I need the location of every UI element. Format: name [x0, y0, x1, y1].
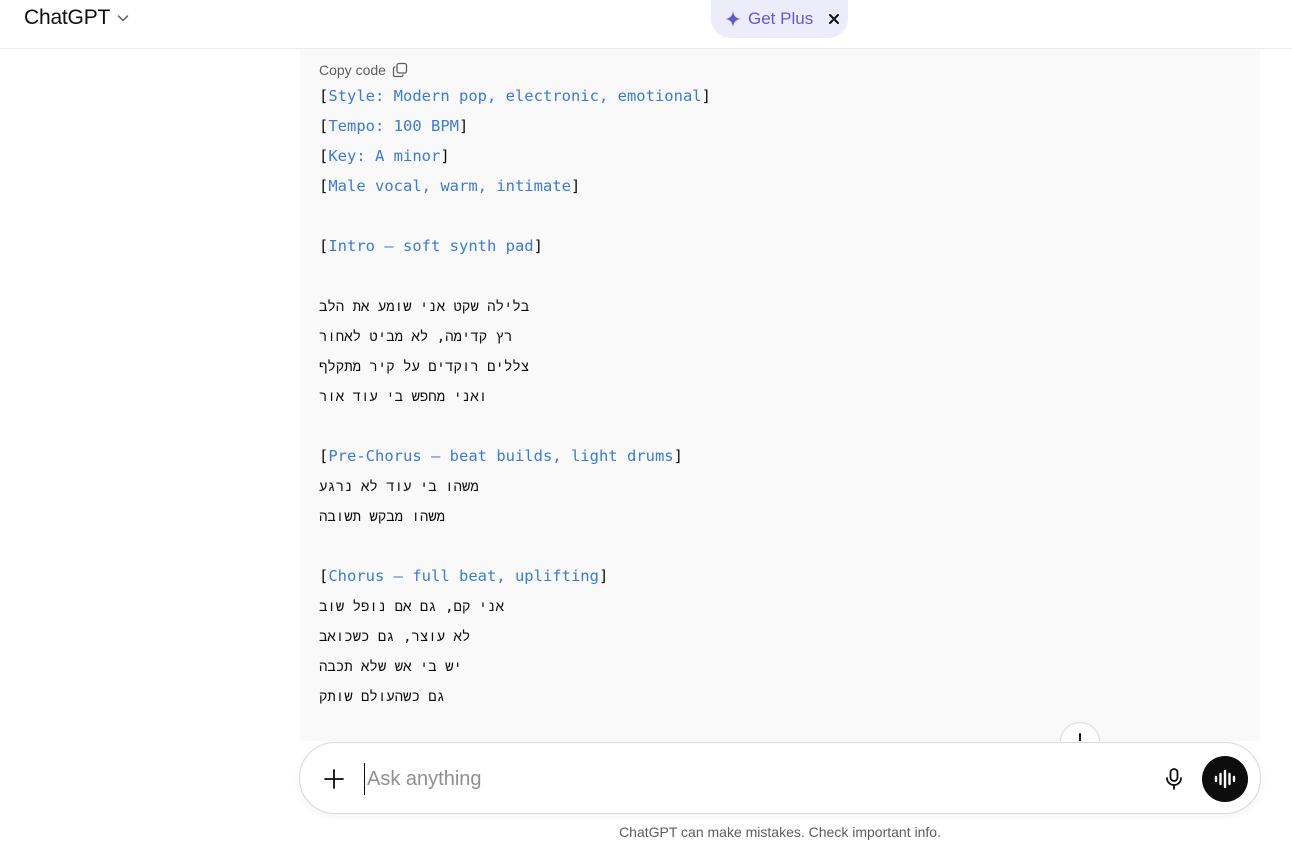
composer — [299, 742, 1261, 814]
code-line: משהו מבקש תשובה — [319, 501, 1219, 531]
microphone-icon — [1166, 768, 1182, 790]
bracket-close: ] — [598, 567, 609, 585]
attach-button[interactable] — [320, 765, 348, 793]
close-icon[interactable] — [827, 12, 841, 26]
bracket-open: [ — [319, 147, 329, 165]
scroll-to-bottom-button[interactable] — [1060, 722, 1100, 741]
code-line: [Intro – soft synth pad] — [319, 231, 1219, 261]
disclaimer-text: ChatGPT can make mistakes. Check importa… — [619, 824, 941, 840]
lyric-line: אני קם, גם אם נופל שוב — [319, 599, 504, 615]
model-selector[interactable]: ChatGPT — [24, 5, 130, 31]
section-tag: Intro – soft synth pad — [328, 237, 534, 255]
code-line: [Key: A minor] — [319, 141, 1219, 171]
voice-mode-button[interactable] — [1202, 756, 1248, 802]
code-line: לא עוצר, גם כשכואב — [319, 621, 1219, 651]
section-tag: Male vocal, warm, intimate — [328, 177, 571, 195]
copy-code-label: Copy code — [319, 62, 386, 78]
code-line: רץ קדימה, לא מביט לאחור — [319, 321, 1219, 351]
lyric-line: גם כשהעולם שותק — [319, 689, 446, 705]
code-line: [Style: Modern pop, electronic, emotiona… — [319, 81, 1219, 111]
code-line: גם כשהעולם שותק — [319, 681, 1219, 711]
section-tag: Style: Modern pop, electronic, emotional — [328, 87, 702, 105]
lyric-line: משהו בי עוד לא נרגע — [319, 479, 479, 495]
lyric-line: צללים רוקדים על קיר מתקלף — [319, 359, 530, 375]
section-tag: Chorus – full beat, uplifting — [328, 567, 599, 585]
code-line: [Male vocal, warm, intimate] — [319, 171, 1219, 201]
lyric-line: בלילה שקט אני שומע את הלב — [319, 299, 530, 315]
code-line: אני קם, גם אם נופל שוב — [319, 591, 1219, 621]
lyric-line: ואני מחפש בי עוד אור — [319, 389, 488, 405]
copy-icon — [392, 62, 408, 78]
bracket-open: [ — [319, 117, 329, 135]
bracket-open: [ — [319, 87, 329, 105]
code-line: משהו בי עוד לא נרגע — [319, 471, 1219, 501]
plus-icon — [324, 769, 344, 789]
code-line: [Pre-Chorus – beat builds, light drums] — [319, 441, 1219, 471]
top-bar: ChatGPT Get Plus — [0, 0, 1292, 49]
bracket-close: ] — [440, 147, 450, 165]
code-content: [Style: Modern pop, electronic, emotiona… — [319, 81, 1219, 711]
section-tag: Key: A minor — [328, 147, 441, 165]
code-line: צללים רוקדים על קיר מתקלף — [319, 351, 1219, 381]
chevron-down-icon — [117, 15, 129, 22]
model-name: ChatGPT — [24, 6, 111, 29]
code-line: [Tempo: 100 BPM] — [319, 111, 1219, 141]
bracket-open: [ — [319, 567, 329, 585]
code-line: יש בי אש שלא תכבה — [319, 651, 1219, 681]
section-tag: Pre-Chorus – beat builds, light drums — [328, 447, 674, 465]
sparkle-icon — [725, 11, 741, 27]
lyric-line: משהו מבקש תשובה — [319, 509, 446, 525]
voice-waveform-icon — [1214, 769, 1236, 789]
code-block: Copy code [Style: Modern pop, electronic… — [300, 49, 1260, 741]
lyric-line: רץ קדימה, לא מביט לאחור — [319, 329, 513, 345]
prompt-input[interactable] — [364, 763, 1124, 795]
arrow-down-icon — [1079, 733, 1081, 741]
bracket-close: ] — [673, 447, 683, 465]
dictate-button[interactable] — [1160, 765, 1188, 793]
code-line: בלילה שקט אני שומע את הלב — [319, 291, 1219, 321]
section-tag: Tempo: 100 BPM — [328, 117, 459, 135]
bracket-close: ] — [570, 177, 581, 195]
get-plus-label: Get Plus — [748, 9, 814, 28]
bracket-open: [ — [319, 177, 329, 195]
bracket-open: [ — [319, 237, 329, 255]
bracket-open: [ — [319, 447, 329, 465]
lyric-line: יש בי אש שלא תכבה — [319, 659, 462, 675]
code-line: ואני מחפש בי עוד אור — [319, 381, 1219, 411]
bracket-close: ] — [459, 117, 469, 135]
bracket-close: ] — [701, 87, 711, 105]
copy-code-button[interactable]: Copy code — [319, 62, 408, 78]
lyric-line: לא עוצר, גם כשכואב — [319, 629, 471, 645]
bracket-close: ] — [533, 237, 543, 255]
code-line: [Chorus – full beat, uplifting] — [319, 561, 1219, 591]
get-plus-banner[interactable]: Get Plus — [711, 0, 848, 38]
